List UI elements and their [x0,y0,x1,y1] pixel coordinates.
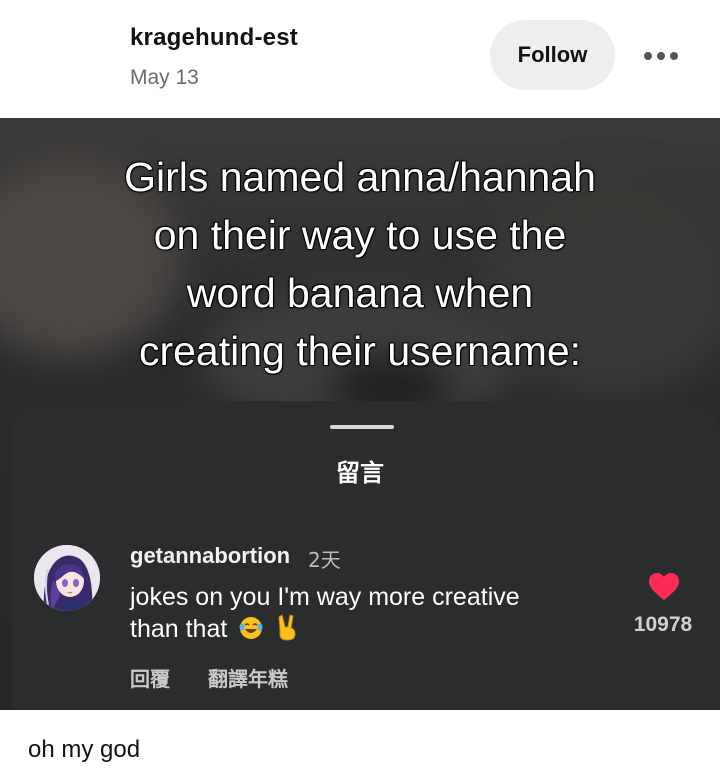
meme-line: Girls named anna/hannah [123,153,597,201]
translate-button[interactable]: 翻譯年糕 [208,663,288,692]
meme-caption: Girls named anna/hannah on their way to … [40,148,680,380]
reply-button[interactable]: 回覆 [130,663,170,692]
laughing-tears-emoji-icon [238,615,264,649]
sheet-drag-handle[interactable] [330,425,394,429]
comment-username[interactable]: getannabortion [130,543,290,569]
comment-line: jokes on you I'm way more creative [130,583,520,611]
post-date: May 13 [130,66,199,89]
comment-line-2: than that [130,613,600,649]
follow-button[interactable]: Follow [490,20,615,90]
anime-avatar-icon [34,545,100,611]
post-caption: oh my god [28,736,141,763]
like-count: 10978 [633,613,693,636]
post-username[interactable]: kragehund-est [130,24,298,52]
heart-icon[interactable] [648,572,680,602]
more-options-icon[interactable] [636,38,686,74]
comment-sheet: 留言 getannabortion 2天 jokes on you I'm wa… [12,401,720,710]
comment-text: jokes on you I'm way more creative than … [130,581,600,649]
commenter-avatar[interactable] [34,545,100,611]
meme-line: creating their username: [138,327,582,375]
sheet-title: 留言 [336,459,384,487]
comment-line: than that [130,615,228,643]
post-image[interactable]: Girls named anna/hannah on their way to … [0,118,720,710]
victory-hand-emoji-icon [275,613,299,649]
post-header: kragehund-est May 13 Follow [0,0,720,118]
meme-line: word banana when [186,269,534,317]
meme-line: on their way to use the [153,211,568,259]
comment-timestamp: 2天 [308,548,341,572]
